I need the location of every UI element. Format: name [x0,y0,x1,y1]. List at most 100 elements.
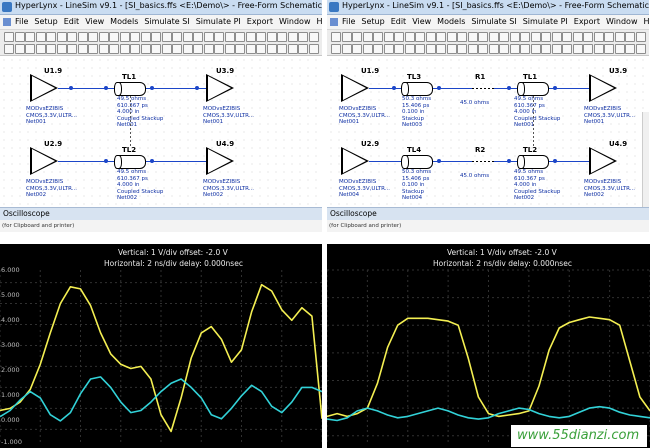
toolbar-button[interactable] [109,44,119,54]
toolbar-button[interactable] [193,44,203,54]
tl2-symbol[interactable] [114,155,146,169]
toolbar-button[interactable] [520,32,530,42]
toolbar-button[interactable] [203,32,214,42]
toolbar-button[interactable] [383,32,394,42]
toolbar-button[interactable] [551,44,562,54]
toolbar-button[interactable] [214,44,224,54]
toolbar-button[interactable] [151,32,161,42]
toolbar-button[interactable] [341,32,352,42]
toolbar-button[interactable] [614,44,625,54]
toolbar-button[interactable] [383,44,394,54]
toolbar-button[interactable] [583,32,593,42]
toolbar-button[interactable] [182,44,193,54]
toolbar-button[interactable] [35,32,46,42]
driver-u1-symbol[interactable] [341,74,369,102]
toolbar-button[interactable] [151,44,161,54]
receiver-u4-symbol[interactable] [206,147,234,175]
toolbar-button[interactable] [298,32,308,42]
toolbar-button[interactable] [562,32,572,42]
toolbar-button[interactable] [541,32,551,42]
menu-edit[interactable]: Edit [61,15,83,26]
toolbar-button[interactable] [488,32,499,42]
menu-window[interactable]: Window [276,15,314,26]
toolbar-button[interactable] [287,44,298,54]
toolbar-button[interactable] [172,32,182,42]
toolbar-button[interactable] [425,44,436,54]
schematic-canvas[interactable]: U1.9 TL3 R1 TL1 U3.9 MODvsEZIBIS CMOS,3.3… [327,56,649,232]
toolbar-button[interactable] [235,44,245,54]
toolbar-button[interactable] [593,32,604,42]
toolbar-button[interactable] [77,32,88,42]
toolbar-button[interactable] [277,44,287,54]
toolbar-button[interactable] [224,32,235,42]
toolbar-button[interactable] [35,44,46,54]
toolbar-button[interactable] [541,44,551,54]
toolbar-button[interactable] [161,44,172,54]
toolbar-button[interactable] [583,44,593,54]
menu-file[interactable]: File [12,15,31,26]
toolbar-button[interactable] [551,32,562,42]
menu-window[interactable]: Window [603,15,641,26]
toolbar-button[interactable] [394,44,404,54]
toolbar-button[interactable] [394,32,404,42]
menu-simulate-pi[interactable]: Simulate PI [520,15,571,26]
toolbar-button[interactable] [266,44,277,54]
toolbar-button[interactable] [245,32,256,42]
toolbar-button[interactable] [77,44,88,54]
toolbar-button[interactable] [614,32,625,42]
toolbar-button[interactable] [214,32,224,42]
toolbar-button[interactable] [425,32,436,42]
toolbar-button[interactable] [140,32,151,42]
menu-setup[interactable]: Setup [31,15,60,26]
toolbar-button[interactable] [446,44,457,54]
toolbar-button[interactable] [130,32,140,42]
toolbar-button[interactable] [56,44,67,54]
toolbar-button[interactable] [467,32,478,42]
toolbar-button[interactable] [46,32,56,42]
menu-file[interactable]: File [339,15,358,26]
toolbar-button[interactable] [4,32,14,42]
toolbar-button[interactable] [362,32,373,42]
toolbar-button[interactable] [98,44,109,54]
toolbar-button[interactable] [457,32,467,42]
menu-simulate-pi[interactable]: Simulate PI [193,15,244,26]
toolbar-button[interactable] [509,32,520,42]
tl2-symbol[interactable] [517,155,549,169]
menu-view[interactable]: View [82,15,107,26]
receiver-u3-symbol[interactable] [206,74,234,102]
toolbar-button[interactable] [436,32,446,42]
toolbar-button[interactable] [56,32,67,42]
menu-simulate-si[interactable]: Simulate SI [468,15,519,26]
tl1-symbol[interactable] [114,82,146,96]
menu-models[interactable]: Models [434,15,468,26]
toolbar-button[interactable] [520,44,530,54]
toolbar-button[interactable] [341,44,352,54]
driver-u2-symbol[interactable] [30,147,58,175]
r1-symbol[interactable] [472,88,494,89]
toolbar-button[interactable] [635,44,646,54]
menu-export[interactable]: Export [244,15,276,26]
toolbar-button[interactable] [109,32,119,42]
toolbar-button[interactable] [404,32,415,42]
menu-edit[interactable]: Edit [388,15,410,26]
toolbar-button[interactable] [604,44,614,54]
toolbar-button[interactable] [373,32,383,42]
toolbar-button[interactable] [14,44,25,54]
toolbar-button[interactable] [172,44,182,54]
toolbar-button[interactable] [266,32,277,42]
driver-u1-symbol[interactable] [30,74,58,102]
toolbar-button[interactable] [88,32,98,42]
toolbar-button[interactable] [625,44,635,54]
toolbar-button[interactable] [25,32,35,42]
schematic-canvas[interactable]: U1.9 TL1 U3.9 MODvsEZIBIS CMOS,3.3V,ULTR.… [0,56,322,206]
toolbar-button[interactable] [277,32,287,42]
toolbar-button[interactable] [604,32,614,42]
toolbar-button[interactable] [256,44,266,54]
toolbar-button[interactable] [119,44,130,54]
toolbar-button[interactable] [287,32,298,42]
toolbar-button[interactable] [119,32,130,42]
menu-help[interactable]: Help [314,15,323,26]
toolbar-button[interactable] [331,32,341,42]
toolbar-button[interactable] [478,44,488,54]
toolbar-button[interactable] [308,32,319,42]
